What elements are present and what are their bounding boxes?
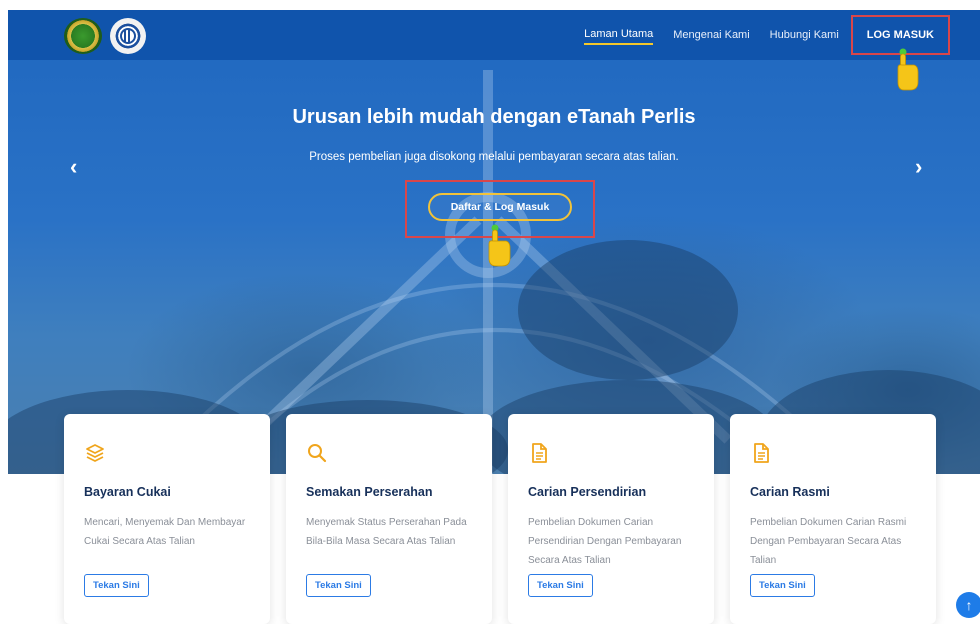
top-navbar: Laman Utama Mengenai Kami Hubungi Kami L…: [8, 10, 980, 60]
card-description: Mencari, Menyemak Dan Membayar Cukai Sec…: [84, 517, 246, 547]
nav-links: Laman Utama Mengenai Kami Hubungi Kami L…: [564, 10, 950, 60]
card-description: Pembelian Dokumen Carian Rasmi Dengan Pe…: [750, 517, 907, 566]
document-icon: [754, 443, 769, 463]
carousel-next-icon[interactable]: ›: [915, 156, 922, 178]
card-description: Pembelian Dokumen Carian Persendirian De…: [528, 517, 682, 566]
card-button-carian-rasmi[interactable]: Tekan Sini: [750, 574, 815, 597]
layers-icon: [86, 444, 104, 462]
register-login-button[interactable]: Daftar & Log Masuk: [428, 193, 572, 221]
card-title: Semakan Perserahan: [306, 485, 433, 499]
card-description: Menyemak Status Perserahan Pada Bila-Bil…: [306, 517, 467, 547]
search-icon: [308, 444, 327, 463]
perlis-crest-logo[interactable]: [64, 18, 102, 54]
hero-subtitle: Proses pembelian juga disokong melalui p…: [309, 151, 679, 163]
hand-pointer-icon-cta: [488, 224, 511, 267]
etanah-logo-mark: [120, 28, 136, 44]
document-icon: [532, 443, 547, 463]
card-bayaran-cukai: Bayaran Cukai Mencari, Menyemak Dan Memb…: [64, 414, 270, 624]
nav-mengenai-kami[interactable]: Mengenai Kami: [673, 26, 749, 44]
etanah-logo[interactable]: [110, 18, 146, 54]
carousel-prev-icon[interactable]: ‹: [70, 156, 77, 178]
card-carian-persendirian: Carian Persendirian Pembelian Dokumen Ca…: [508, 414, 714, 624]
scroll-to-top-button[interactable]: ↑: [956, 592, 980, 618]
card-button-semakan-perserahan[interactable]: Tekan Sini: [306, 574, 371, 597]
hero-title: Urusan lebih mudah dengan eTanah Perlis: [292, 106, 696, 128]
logo-group: [64, 18, 146, 54]
service-cards: Bayaran Cukai Mencari, Menyemak Dan Memb…: [64, 414, 936, 624]
card-button-bayaran-cukai[interactable]: Tekan Sini: [84, 574, 149, 597]
nav-hubungi-kami[interactable]: Hubungi Kami: [770, 26, 839, 44]
card-title: Carian Persendirian: [528, 485, 647, 499]
card-button-carian-persendirian[interactable]: Tekan Sini: [528, 574, 593, 597]
hand-pointer-icon: [897, 48, 919, 91]
card-title: Bayaran Cukai: [84, 485, 171, 499]
card-title: Carian Rasmi: [750, 485, 830, 499]
card-carian-rasmi: Carian Rasmi Pembelian Dokumen Carian Ra…: [730, 414, 936, 624]
nav-laman-utama[interactable]: Laman Utama: [584, 25, 654, 45]
card-semakan-perserahan: Semakan Perserahan Menyemak Status Perse…: [286, 414, 492, 624]
